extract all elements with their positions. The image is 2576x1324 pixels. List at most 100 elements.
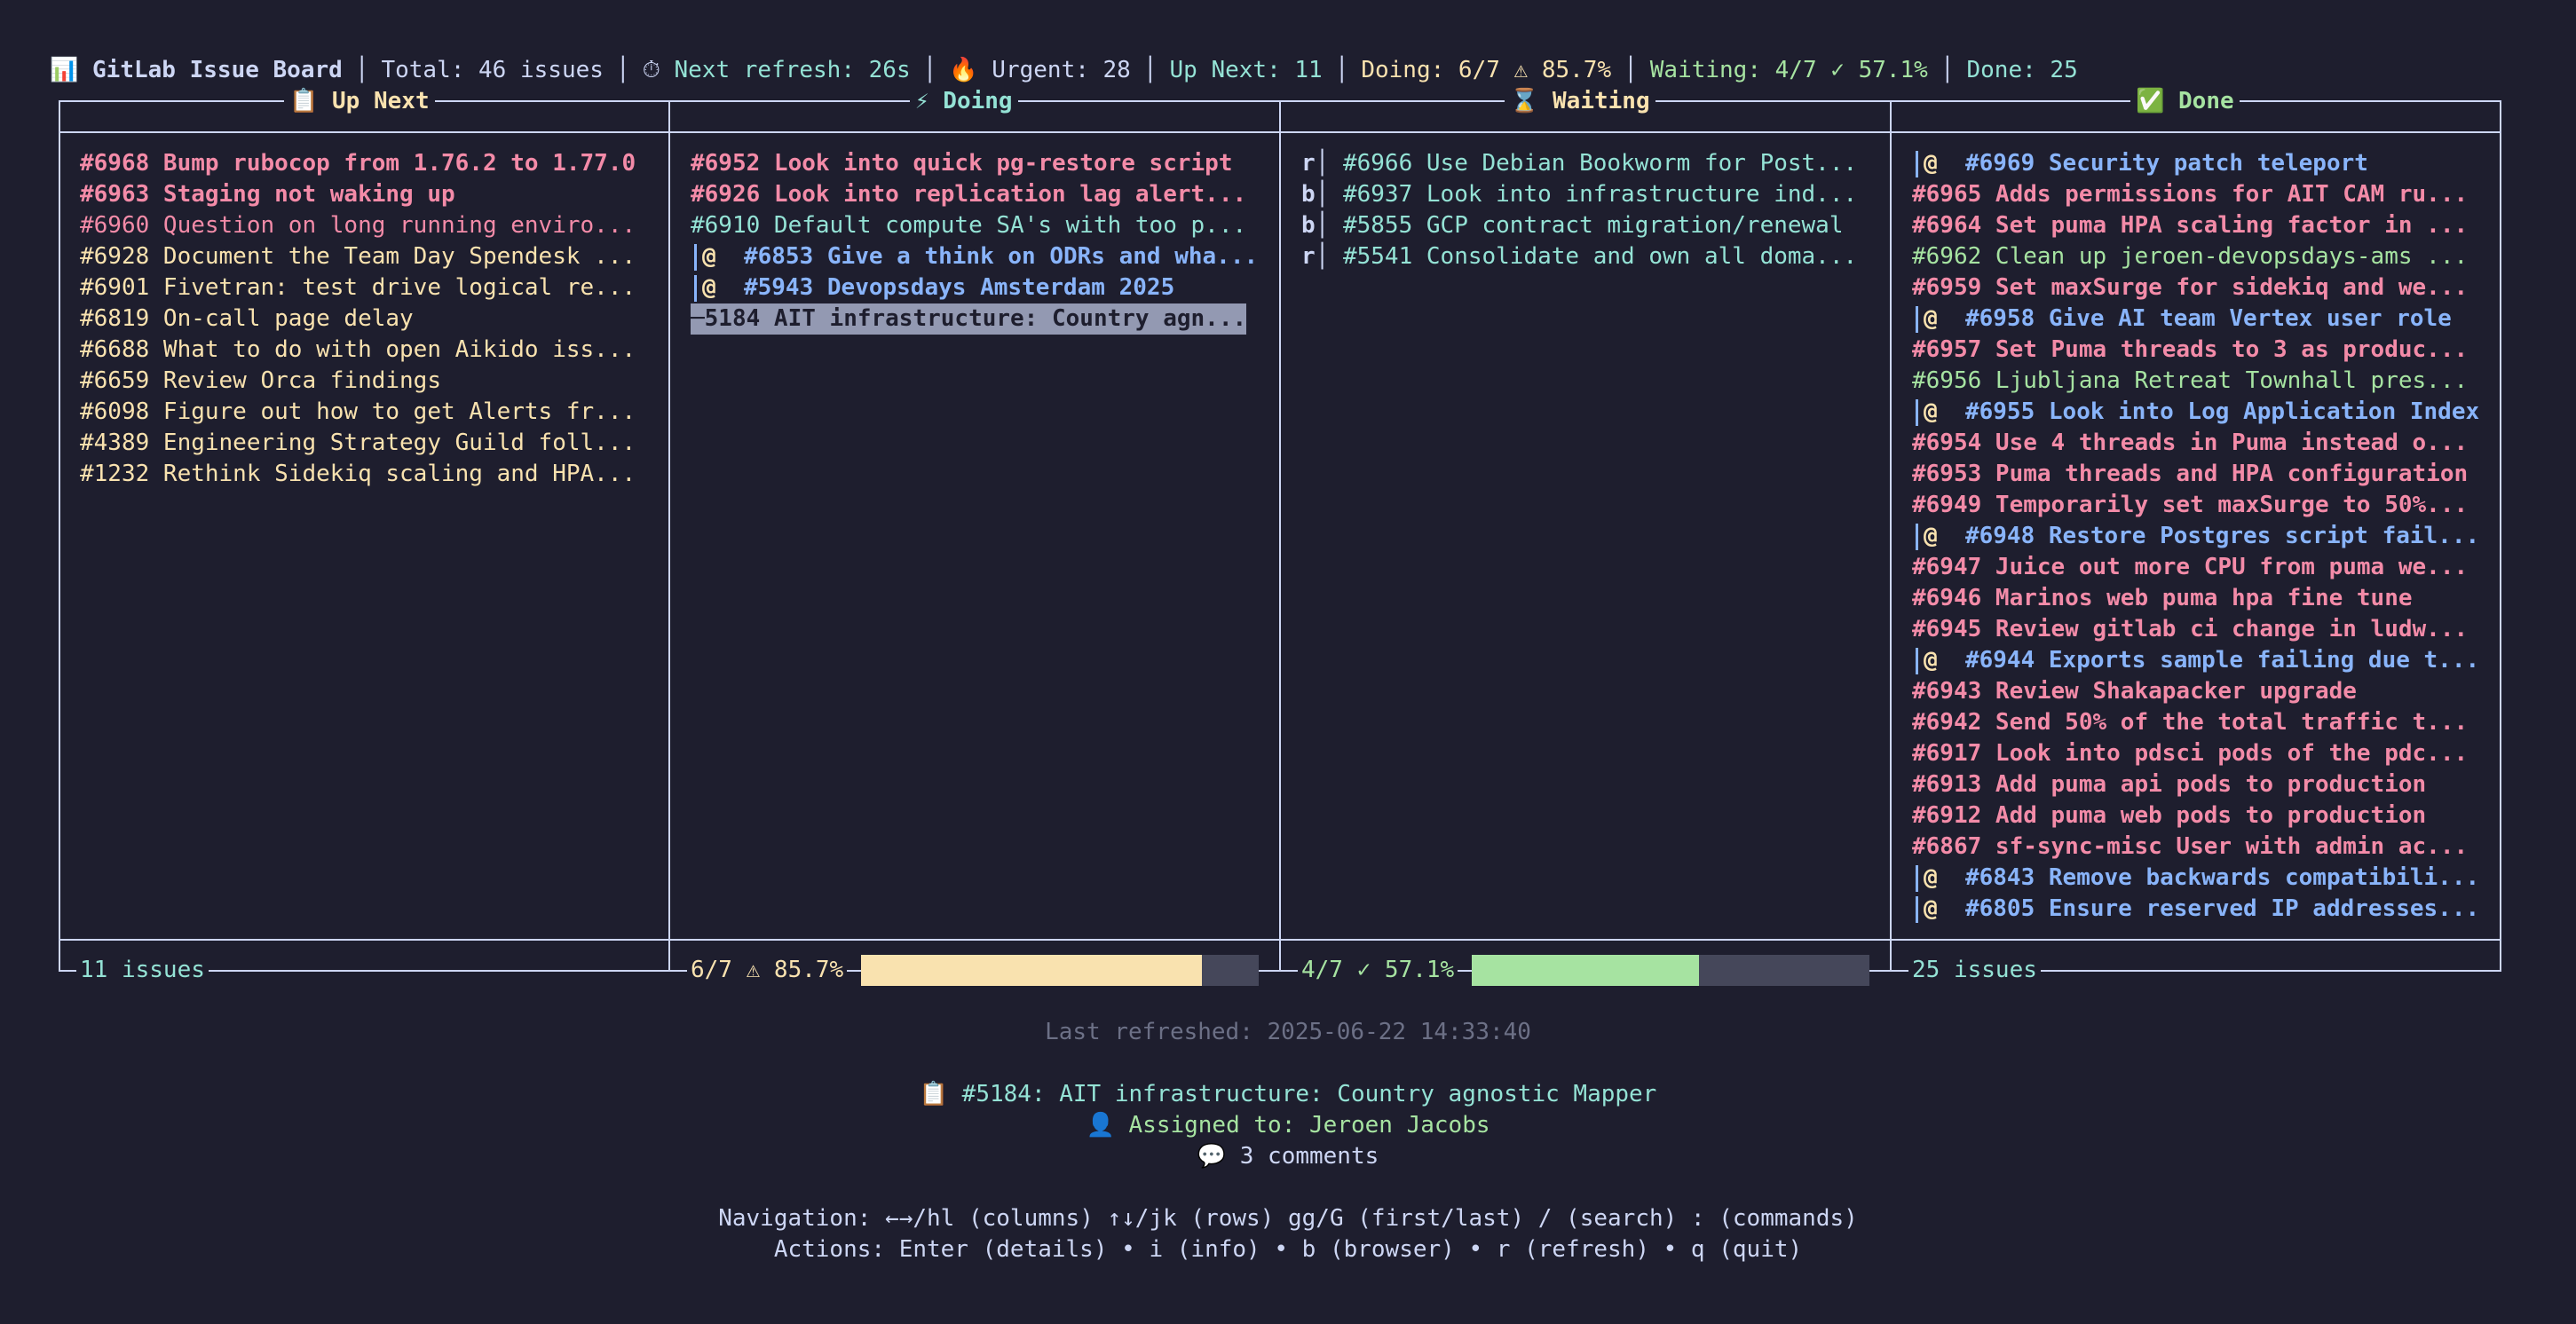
- issue-row[interactable]: b│ #5855 GCP contract migration/renewal: [1301, 210, 1869, 241]
- issue-row[interactable]: #6688 What to do with open Aikido iss...: [80, 335, 657, 366]
- issue-row[interactable]: #6917 Look into pdsci pods of the pdc...: [1912, 738, 2489, 769]
- issue-row[interactable]: #6926 Look into replication lag alert...: [691, 179, 1259, 210]
- issue-row[interactable]: #6953 Puma threads and HPA configuration: [1912, 459, 2489, 490]
- assigned-indicator: @: [1924, 523, 1965, 549]
- header-separator: │: [1334, 57, 1349, 83]
- issue-row[interactable]: @ #6969 Security patch teleport: [1912, 148, 2489, 179]
- issue-row[interactable]: #1232 Rethink Sidekiq scaling and HPA...: [80, 459, 657, 490]
- issue-label: #6819 On-call page delay: [80, 305, 414, 332]
- issue-label: #6949 Temporarily set maxSurge to 50%...: [1912, 492, 2469, 518]
- issue-row[interactable]: #6949 Temporarily set maxSurge to 50%...: [1912, 490, 2489, 521]
- last-refreshed: Last refreshed: 2025-06-22 14:33:40: [1045, 1019, 1531, 1045]
- fire-icon: 🔥: [949, 57, 992, 83]
- issue-row[interactable]: #6098 Figure out how to get Alerts fr...: [80, 397, 657, 428]
- issue-label: #6901 Fivetran: test drive logical re...: [80, 274, 636, 301]
- issue-row[interactable]: #6867 sf-sync-misc User with admin ac...: [1912, 831, 2489, 863]
- issue-row[interactable]: @ #6948 Restore Postgres script fail...: [1912, 521, 2489, 552]
- issue-label: #5541 Consolidate and own all doma...: [1342, 243, 1858, 270]
- issue-label: #6958 Give AI team Vertex user role: [1964, 305, 2452, 332]
- issue-marker: b: [1301, 212, 1316, 239]
- next-refresh: Next refresh: 26s: [674, 57, 911, 83]
- waiting-progress-fill: [1472, 955, 1699, 986]
- issue-row[interactable]: #6945 Review gitlab ci change in ludw...: [1912, 614, 2489, 645]
- issue-row[interactable]: #6964 Set puma HPA scaling factor in ...: [1912, 210, 2489, 241]
- issue-row[interactable]: @ #6805 Ensure reserved IP addresses...: [1912, 894, 2489, 925]
- issue-label: #6957 Set Puma threads to 3 as produc...: [1912, 336, 2469, 363]
- assigned-indicator: @: [1924, 864, 1965, 891]
- issue-label: #6913 Add puma api pods to production: [1912, 771, 2427, 798]
- issue-row[interactable]: @ #6853 Give a think on ODRs and wha...: [691, 241, 1259, 272]
- total-count: Total: 46 issues: [381, 57, 604, 83]
- assigned-indicator: @: [1924, 305, 1965, 332]
- urgent-count: Urgent: 28: [992, 57, 1131, 83]
- issue-row[interactable]: #6957 Set Puma threads to 3 as produc...: [1912, 335, 2489, 366]
- issue-row[interactable]: #6947 Juice out more CPU from puma we...: [1912, 552, 2489, 583]
- issue-row[interactable]: @ #6843 Remove backwards compatibili...: [1912, 863, 2489, 894]
- issue-row[interactable]: r│ #6966 Use Debian Bookworm for Post...: [1301, 148, 1869, 179]
- issue-row[interactable]: r│ #5541 Consolidate and own all doma...: [1301, 241, 1869, 272]
- issue-row[interactable]: #6963 Staging not waking up: [80, 179, 657, 210]
- issue-row[interactable]: #6965 Adds permissions for AIT CAM ru...: [1912, 179, 2489, 210]
- issue-row[interactable]: #6819 On-call page delay: [80, 303, 657, 335]
- done-footer: 25 issues: [1908, 955, 2041, 986]
- issue-label: #6959 Set maxSurge for sidekiq and we...: [1912, 274, 2469, 301]
- issue-label: #6946 Marinos web puma hpa fine tune: [1912, 585, 2413, 611]
- speech-bubble-icon: 💬: [1197, 1143, 1240, 1170]
- mr-indicator: [1916, 864, 1924, 892]
- assigned-indicator: @: [702, 243, 744, 270]
- selected-issue-text: #5184: AIT infrastructure: Country agnos…: [961, 1081, 1657, 1107]
- issue-label: #4389 Engineering Strategy Guild foll...: [80, 430, 636, 456]
- selected-issue-title: 📋 #5184: AIT infrastructure: Country agn…: [0, 1079, 2576, 1110]
- issue-row[interactable]: #6942 Send 50% of the total traffic t...: [1912, 707, 2489, 738]
- issue-row[interactable]: #6968 Bump rubocop from 1.76.2 to 1.77.0: [80, 148, 657, 179]
- actions-help: Actions: Enter (details) • i (info) • b …: [773, 1236, 1803, 1263]
- issue-row[interactable]: #6912 Add puma web pods to production: [1912, 800, 2489, 831]
- up-next-footer: 11 issues: [76, 955, 209, 986]
- mr-indicator: [1916, 150, 1924, 177]
- stopwatch-icon: ⏱: [642, 57, 675, 83]
- issue-label: #6943 Review Shakapacker upgrade: [1912, 678, 2357, 705]
- issue-row[interactable]: #6952 Look into quick pg-restore script: [691, 148, 1259, 179]
- column-title-done[interactable]: ✅ Done: [2130, 86, 2240, 117]
- issue-row[interactable]: @ #5943 Devopsdays Amsterdam 2025: [691, 272, 1259, 303]
- issue-row[interactable]: b│ #6937 Look into infrastructure ind...: [1301, 179, 1869, 210]
- issue-label: #6942 Send 50% of the total traffic t...: [1912, 709, 2469, 736]
- issue-label: #6098 Figure out how to get Alerts fr...: [80, 398, 636, 425]
- issue-row[interactable]: #6954 Use 4 threads in Puma instead o...: [1912, 428, 2489, 459]
- issue-row[interactable]: #6960 Question on long running enviro...: [80, 210, 657, 241]
- issue-row[interactable]: #6959 Set maxSurge for sidekiq and we...: [1912, 272, 2489, 303]
- issue-label: #6945 Review gitlab ci change in ludw...: [1912, 616, 2469, 642]
- issue-marker-bar: │: [1315, 243, 1343, 270]
- issue-row[interactable]: #6962 Clean up jeroen-devopsdays-ams ...: [1912, 241, 2489, 272]
- issue-row[interactable]: #6943 Review Shakapacker upgrade: [1912, 676, 2489, 707]
- column-title-up-next[interactable]: 📋 Up Next: [284, 86, 435, 117]
- doing-progress-bar: [861, 955, 1259, 986]
- column-title-doing[interactable]: ⚡ Doing: [910, 86, 1018, 117]
- issue-marker: r: [1301, 150, 1316, 177]
- column-doing: #6952 Look into quick pg-restore script #…: [691, 148, 1259, 343]
- issue-label: #6910 Default compute SA's with too p...: [691, 212, 1247, 239]
- issue-row[interactable]: @ #6944 Exports sample failing due t...: [1912, 645, 2489, 676]
- issue-row[interactable]: #6946 Marinos web puma hpa fine tune: [1912, 583, 2489, 614]
- done-count: Done: 25: [1966, 57, 2078, 83]
- issue-row[interactable]: #6913 Add puma api pods to production: [1912, 769, 2489, 800]
- issue-marker: r: [1301, 243, 1316, 270]
- issue-row[interactable]: @ #6955 Look into Log Application Index: [1912, 397, 2489, 428]
- issue-label: #6969 Security patch teleport: [1964, 150, 2368, 177]
- issue-row[interactable]: #6659 Review Orca findings: [80, 366, 657, 397]
- issue-label: #6965 Adds permissions for AIT CAM ru...: [1912, 181, 2469, 208]
- header-separator: │: [1142, 57, 1158, 83]
- issue-row[interactable]: #6910 Default compute SA's with too p...: [691, 210, 1259, 241]
- issue-row[interactable]: #4389 Engineering Strategy Guild foll...: [80, 428, 657, 459]
- mr-indicator: [1916, 895, 1924, 923]
- issue-row[interactable]: @ #6958 Give AI team Vertex user role: [1912, 303, 2489, 335]
- issue-row[interactable]: #6928 Document the Team Day Spendesk ...: [80, 241, 657, 272]
- column-title-waiting[interactable]: ⌛ Waiting: [1505, 86, 1655, 117]
- clipboard-icon: 📋: [919, 1081, 962, 1107]
- issue-label: #6956 Ljubljana Retreat Townhall pres...: [1912, 367, 2469, 394]
- issue-label: #6948 Restore Postgres script fail...: [1964, 523, 2480, 549]
- issue-label: #1232 Rethink Sidekiq scaling and HPA...: [80, 461, 636, 487]
- issue-row[interactable]: #6901 Fivetran: test drive logical re...: [80, 272, 657, 303]
- issue-row[interactable]: #6956 Ljubljana Retreat Townhall pres...: [1912, 366, 2489, 397]
- issue-row-selected[interactable]: ─5184 AIT infrastructure: Country agn...: [691, 303, 1247, 335]
